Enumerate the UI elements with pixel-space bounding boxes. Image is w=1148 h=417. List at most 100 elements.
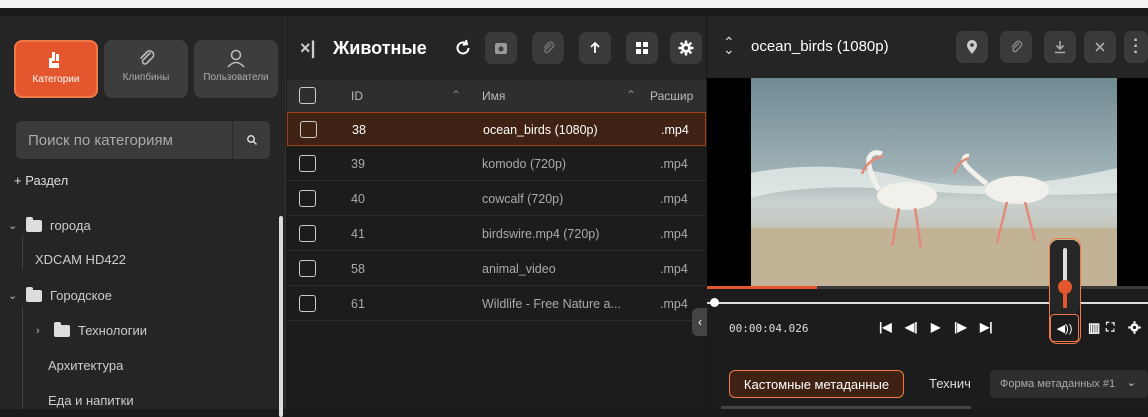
search-button[interactable]: [232, 121, 270, 159]
table-row[interactable]: 38 ocean_birds (1080p) .mp4: [287, 112, 706, 146]
arrow-up-icon: [590, 41, 600, 53]
refresh-icon: [456, 39, 470, 55]
seek-bar[interactable]: [707, 302, 1148, 304]
metadata-form-select[interactable]: Форма метаданных #1 ⌄: [990, 370, 1148, 398]
row-checkbox[interactable]: [299, 190, 316, 207]
tree-item-goroda[interactable]: ⌄ города: [8, 216, 91, 233]
player-panel: ⌃ ⌄ ocean_birds (1080p) · · · 00:00:04.0…: [707, 16, 1148, 409]
skip-to-start-icon[interactable]: |◀: [879, 320, 892, 334]
metadata-tabs: Кастомные метаданные Техническ Форма мет…: [707, 351, 1148, 409]
settings-button[interactable]: [670, 32, 702, 64]
table-row[interactable]: 58 animal_video .mp4: [287, 252, 706, 286]
collapse-panel-button[interactable]: ‹: [692, 308, 708, 336]
add-section-button[interactable]: + Раздел: [14, 173, 68, 188]
cell-ext: .mp4: [660, 227, 688, 241]
timecode: 00:00:04.026: [729, 322, 809, 335]
table-row[interactable]: 39 komodo (720p) .mp4: [287, 147, 706, 181]
filmstrip-icon[interactable]: ▥: [1088, 320, 1100, 336]
step-forward-icon[interactable]: |▶: [954, 320, 967, 334]
table-header: ID ⌃ Имя ⌃ Расшир: [287, 80, 706, 112]
select-all-checkbox[interactable]: [299, 87, 316, 104]
table-row[interactable]: 40 cowcalf (720p) .mp4: [287, 182, 706, 216]
tree-item-label: Технологии: [78, 323, 148, 338]
player-controls: 00:00:04.026 |◀ ◀| ▶ |▶ ▶| ▥ ⛶: [707, 289, 1148, 351]
nav-categories-button[interactable]: Категории: [14, 40, 98, 98]
row-checkbox[interactable]: [300, 121, 317, 138]
close-button[interactable]: [1084, 31, 1116, 63]
row-checkbox[interactable]: [299, 155, 316, 172]
tree-item-xdcam[interactable]: XDCAM HD422: [35, 252, 126, 267]
gear-icon: [678, 40, 694, 56]
row-checkbox[interactable]: [299, 260, 316, 277]
chevron-left-icon: ‹: [698, 315, 702, 329]
column-header-name[interactable]: Имя: [482, 89, 505, 103]
categories-icon: [16, 49, 96, 71]
player-title: ocean_birds (1080p): [751, 38, 889, 55]
chevron-down-icon: ⌄: [1126, 377, 1136, 389]
column-header-ext[interactable]: Расшир: [650, 89, 693, 103]
nav-clipbins-button[interactable]: Клипбины: [104, 40, 188, 98]
row-checkbox[interactable]: [299, 295, 316, 312]
paperclip-icon: [1011, 40, 1023, 53]
table-row[interactable]: 41 birdswire.mp4 (720p) .mp4: [287, 217, 706, 251]
table-row[interactable]: 61 Wildlife - Free Nature a... .mp4: [287, 287, 706, 321]
fullscreen-icon[interactable]: ⛶: [1106, 320, 1114, 335]
chevron-down-icon[interactable]: ⌄: [8, 219, 18, 232]
grid-icon: [636, 42, 648, 54]
chevron-right-icon[interactable]: ›: [36, 325, 46, 337]
tab-technical[interactable]: Техническ: [929, 376, 971, 391]
tree-guide: [22, 236, 23, 270]
cell-id: 58: [351, 262, 365, 276]
download-button[interactable]: [1044, 31, 1076, 63]
column-header-id[interactable]: ID: [351, 89, 363, 103]
attach-button[interactable]: [1000, 31, 1032, 63]
cell-ext: .mp4: [660, 157, 688, 171]
cell-id: 61: [351, 297, 365, 311]
tree-item-arkhitektura[interactable]: Архитектура: [48, 358, 123, 373]
video-frame[interactable]: [707, 78, 1148, 286]
snapshot-button[interactable]: [485, 32, 517, 64]
download-icon: [1055, 41, 1065, 54]
attach-button[interactable]: [532, 32, 564, 64]
tree-item-label: города: [50, 218, 91, 233]
camera-icon: [495, 43, 507, 54]
cell-name: cowcalf (720p): [482, 192, 564, 206]
tree-item-gorodskoe[interactable]: ⌄ Городское: [8, 286, 112, 303]
view-toggle-button[interactable]: [626, 32, 658, 64]
folder-icon: [54, 321, 70, 337]
app: Категории Клипбины Пользователи Поиск по…: [0, 0, 1148, 417]
player-header: ⌃ ⌄ ocean_birds (1080p) · · ·: [707, 16, 1148, 78]
user-icon: [194, 47, 278, 69]
play-icon[interactable]: ▶: [931, 320, 940, 334]
volume-handle[interactable]: [1058, 280, 1072, 294]
nav-users-button[interactable]: Пользователи: [194, 40, 278, 98]
tab-custom-metadata[interactable]: Кастомные метаданные: [729, 370, 904, 398]
more-button[interactable]: · · ·: [1124, 31, 1148, 63]
asset-list-panel: ×| Животные ID ⌃ Имя ⌃ Расшир 38 ocean_b…: [287, 16, 706, 409]
step-back-icon[interactable]: ◀|: [905, 320, 918, 334]
cell-id: 38: [352, 123, 366, 137]
upload-button[interactable]: [579, 32, 611, 64]
close-panel-icon[interactable]: ×|: [300, 38, 316, 59]
refresh-button[interactable]: [447, 32, 479, 64]
nav-categories-label: Категории: [32, 74, 80, 85]
search-input[interactable]: Поиск по категориям: [28, 132, 173, 149]
seek-handle[interactable]: [710, 298, 719, 307]
tree-item-tekhnologii[interactable]: › Технологии: [36, 321, 148, 338]
cell-ext: .mp4: [660, 192, 688, 206]
folder-icon: [26, 286, 42, 302]
cell-id: 41: [351, 227, 365, 241]
row-checkbox[interactable]: [299, 225, 316, 242]
sort-asc-icon[interactable]: ⌃: [451, 88, 461, 102]
settings-gear-icon[interactable]: [1127, 320, 1142, 338]
volume-button[interactable]: ◀)): [1050, 314, 1079, 342]
sidebar-scrollbar[interactable]: [279, 216, 283, 417]
volume-slider-popup[interactable]: [1050, 240, 1080, 314]
skip-to-end-icon[interactable]: ▶|: [980, 320, 993, 334]
speaker-icon: ◀)): [1056, 322, 1073, 335]
chevron-down-icon[interactable]: ⌄: [8, 289, 18, 302]
cell-ext: .mp4: [660, 262, 688, 276]
location-button[interactable]: [956, 31, 988, 63]
expand-toggle-icon[interactable]: ⌃ ⌄: [723, 34, 735, 68]
sort-asc-icon[interactable]: ⌃: [626, 88, 636, 102]
